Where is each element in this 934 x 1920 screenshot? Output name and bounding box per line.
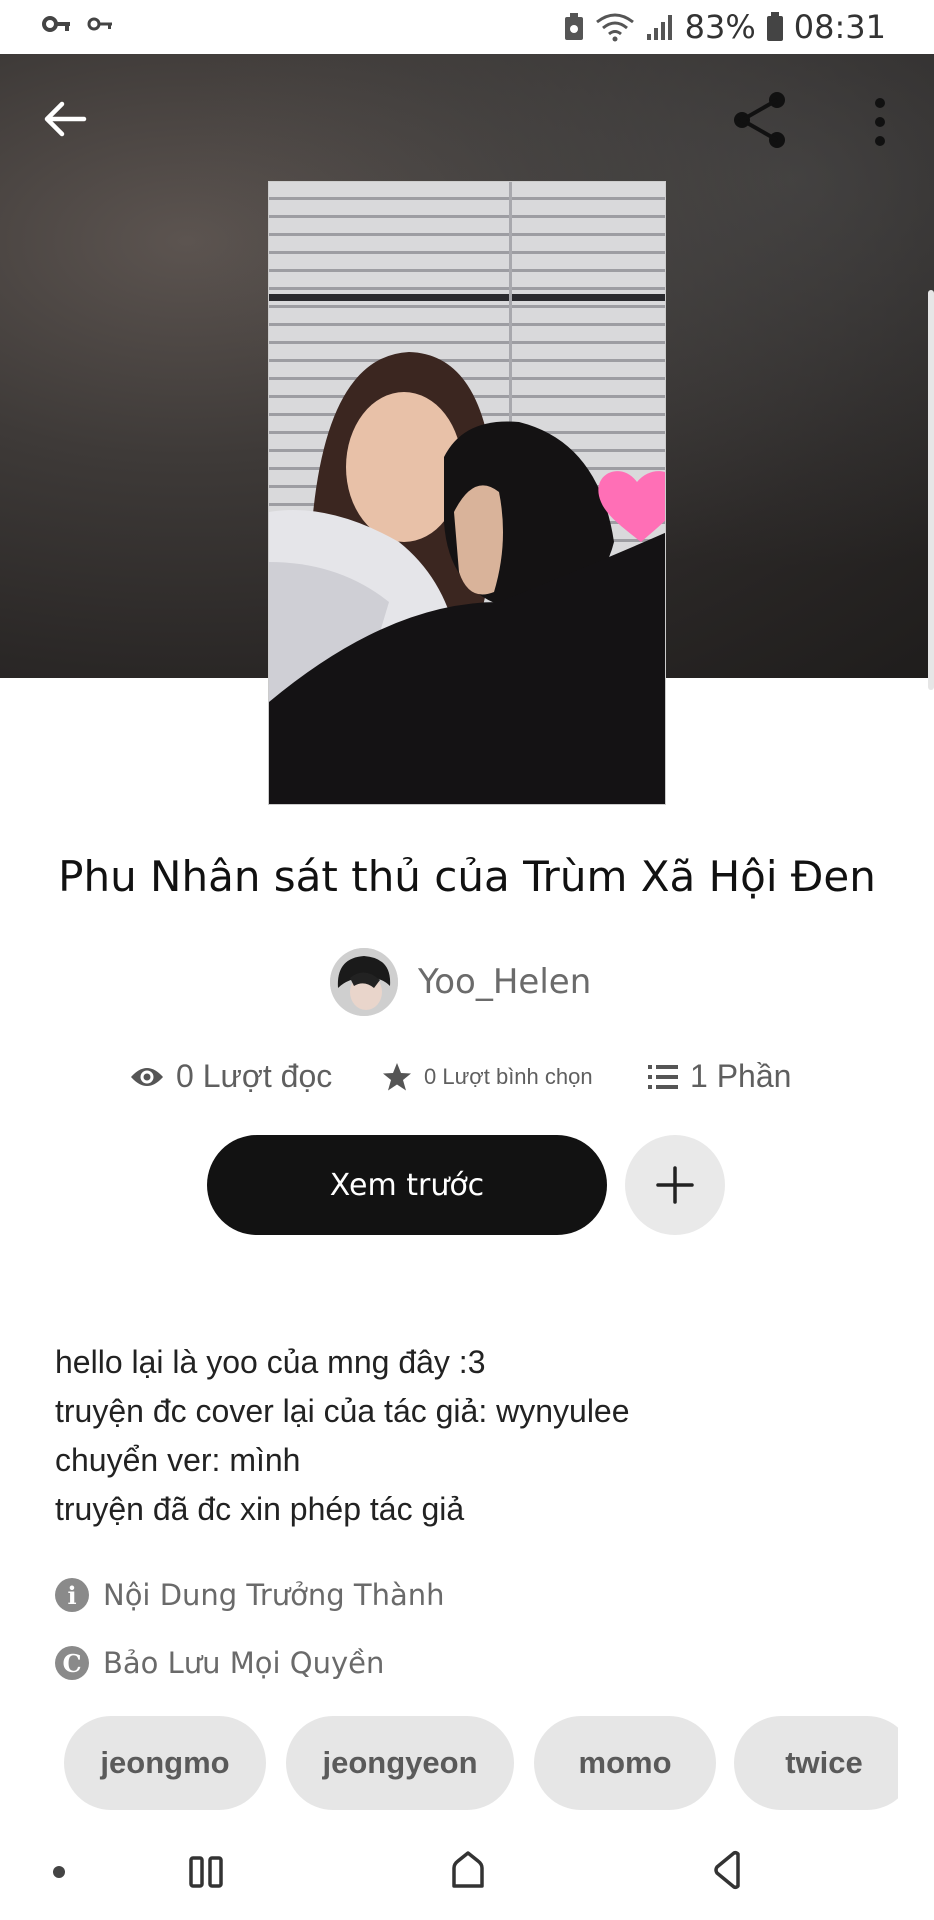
scrollbar[interactable]: [928, 290, 934, 690]
clock: 08:31: [793, 8, 886, 46]
recent-apps-icon[interactable]: [186, 1850, 226, 1894]
reads-stat: 0 Lượt đọc: [130, 1058, 332, 1095]
system-navigation-bar: [0, 1820, 934, 1920]
story-description: hello lại là yoo của mng đây :3 truyện đ…: [55, 1338, 885, 1534]
description-line: truyện đc cover lại của tác giả: wynyule…: [55, 1393, 630, 1429]
description-line: truyện đã đc xin phép tác giả: [55, 1491, 465, 1527]
tag-chip[interactable]: twice: [734, 1716, 898, 1810]
mature-content-row: i Nội Dung Trưởng Thành: [55, 1578, 445, 1612]
mature-label: Nội Dung Trưởng Thành: [103, 1578, 445, 1612]
status-left: [42, 14, 114, 34]
story-stats: 0 Lượt đọc 0 Lượt bình chọn 1 Phần: [0, 1054, 934, 1104]
battery-saver-icon: [564, 13, 583, 40]
info-icon: i: [55, 1578, 89, 1612]
nav-hide-dot[interactable]: [53, 1866, 65, 1878]
tag-list: jeongmo jeongyeon momo twice: [64, 1716, 898, 1812]
key-icon: [42, 16, 70, 32]
votes-count: 0 Lượt bình chọn: [424, 1064, 593, 1089]
preview-button[interactable]: Xem trước: [207, 1135, 607, 1235]
author-name[interactable]: Yoo_Helen: [418, 962, 591, 1002]
copyright-icon: C: [55, 1646, 89, 1680]
share-icon[interactable]: [730, 90, 790, 150]
plus-icon: [656, 1166, 694, 1204]
key-icon: [87, 17, 112, 31]
battery-icon: [766, 12, 783, 41]
add-to-library-button[interactable]: [625, 1135, 725, 1235]
status-right: 83% 08:31: [563, 8, 886, 46]
votes-stat: 0 Lượt bình chọn: [382, 1062, 593, 1092]
tag-chip[interactable]: jeongyeon: [286, 1716, 514, 1810]
battery-percent: 83%: [684, 8, 756, 46]
parts-count: 1 Phần: [690, 1058, 792, 1094]
home-icon[interactable]: [446, 1848, 490, 1892]
rights-label: Bảo Lưu Mọi Quyền: [103, 1646, 385, 1680]
cover-photo: [269, 182, 665, 804]
wifi-icon: [595, 13, 634, 42]
list-icon: [648, 1064, 678, 1089]
signal-icon: [646, 15, 672, 40]
eye-icon: [131, 1067, 163, 1086]
more-vertical-icon[interactable]: [860, 94, 900, 150]
copyright-row: C Bảo Lưu Mọi Quyền: [55, 1646, 384, 1680]
status-bar: 83% 08:31: [0, 0, 934, 54]
star-icon: [383, 1063, 411, 1091]
back-triangle-icon[interactable]: [708, 1848, 752, 1892]
tag-chip[interactable]: jeongmo: [64, 1716, 266, 1810]
arrow-left-icon[interactable]: [40, 94, 90, 144]
description-line: hello lại là yoo của mng đây :3: [55, 1344, 486, 1380]
parts-stat[interactable]: 1 Phần: [648, 1058, 791, 1095]
avatar[interactable]: [330, 948, 398, 1016]
reads-count: 0 Lượt đọc: [176, 1058, 333, 1094]
avatar-image: [330, 948, 398, 1016]
story-title: Phu Nhân sát thủ của Trùm Xã Hội Đen: [58, 852, 876, 901]
tag-chip[interactable]: momo: [534, 1716, 716, 1810]
story-cover[interactable]: [268, 181, 666, 805]
description-line: chuyển ver: mình: [55, 1442, 301, 1478]
author-row[interactable]: Yoo_Helen: [330, 947, 591, 1017]
